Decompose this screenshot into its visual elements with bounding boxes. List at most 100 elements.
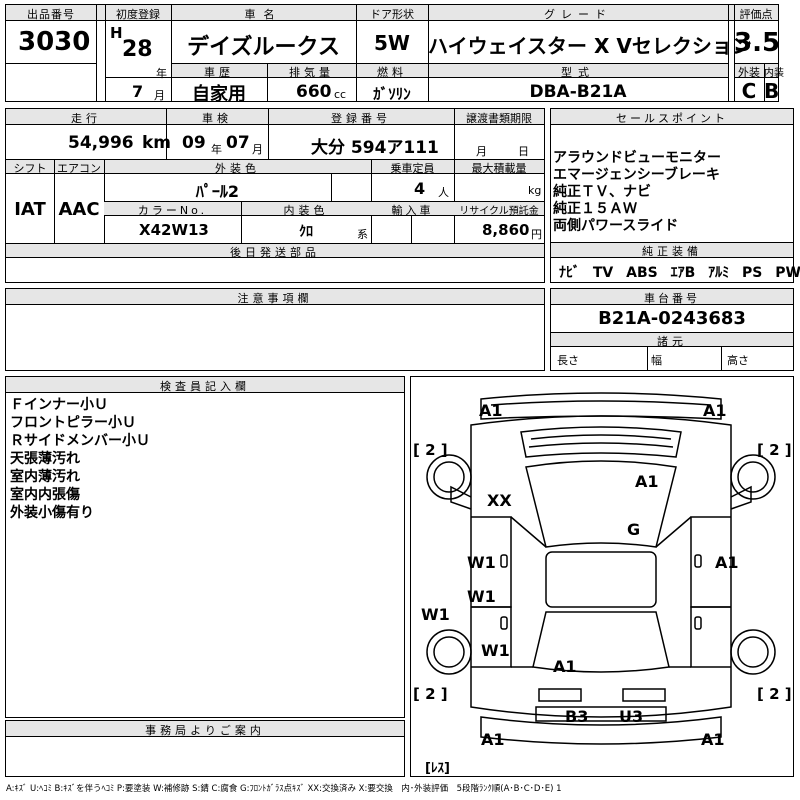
capacity-unit: 人	[438, 186, 449, 199]
grade-header: グレード	[544, 8, 612, 21]
equipment-ps: PS	[742, 265, 763, 281]
interior-color-header: 内装色	[283, 204, 329, 217]
label-a1-rear-right: A1	[701, 730, 725, 749]
spec-length-label: 長さ	[557, 354, 579, 367]
label-b3: B3	[565, 707, 589, 726]
equipment-airbag: ｴｱB	[670, 265, 696, 281]
inspector-line-7: 外装小傷有り	[10, 505, 94, 521]
inspection-month: 07	[226, 133, 250, 153]
equipment-tv: TV	[592, 265, 614, 281]
fuel: ｶﾞｿﾘﾝ	[373, 85, 411, 103]
notes-panel: 注意事項欄	[5, 288, 545, 371]
label-w1-left-3: W1	[421, 605, 450, 624]
label-tire-rear-right: [ 2 ]	[757, 685, 792, 703]
sales-points-panel: セールスポイント アラウンドビューモニター エマージェンシーブレーキ 純正ＴＶ、…	[550, 108, 800, 283]
first-reg-year: 28	[122, 37, 153, 62]
equipment-pw: PW	[775, 265, 800, 281]
mileage-unit: km	[142, 133, 172, 153]
notes-header: 注意事項欄	[237, 292, 313, 305]
color-number: X42W13	[139, 221, 209, 239]
inspection-header: 車検	[202, 112, 232, 125]
label-a1-roof: A1	[635, 472, 659, 491]
grade: ハイウェイスター X Vセレクション	[428, 34, 752, 58]
inspector-panel: 検査員記入欄 Ｆインナー小Ｕ フロントピラー小Ｕ Ｒサイドメンバー小Ｕ 天張薄汚…	[5, 376, 405, 718]
spec-width-label: 幅	[651, 354, 662, 367]
inspection-year-unit: 年	[211, 143, 222, 156]
interior-score: B	[764, 79, 780, 103]
label-g-windshield: G	[627, 520, 641, 539]
recycle-header: リサイクル預託金	[459, 206, 539, 217]
inspector-line-3: Ｒサイドメンバー小Ｕ	[10, 433, 150, 449]
history-header: 車歴	[204, 66, 234, 79]
office-notice-panel: 事務局よりご案内	[5, 720, 405, 777]
displacement-unit: cc	[334, 88, 347, 101]
first-registration-header: 初度登録	[116, 8, 160, 21]
equipment-nav: ﾅﾋﾞ	[559, 265, 580, 281]
max-load-unit: kg	[528, 184, 542, 197]
legend-footnote: A:ｷｽﾞ U:ﾍｺﾐ B:ｷｽﾞを伴うﾍｺﾐ P:要塗装 W:補修跡 S:錆 …	[6, 784, 562, 794]
aircon: AAC	[58, 199, 100, 220]
label-xx: XX	[487, 491, 512, 510]
score: 3.5	[734, 28, 781, 58]
label-a1-right-door: A1	[715, 553, 739, 572]
spec-height-label: 高さ	[727, 354, 749, 367]
door-type: 5W	[374, 31, 410, 55]
exterior-color: ﾊﾟｰﾙ2	[195, 182, 240, 201]
max-load-header: 最大積載量	[471, 162, 527, 175]
lot-number: 3030	[18, 27, 91, 57]
label-tire-front-right: [ 2 ]	[757, 441, 792, 459]
capacity: 4	[414, 179, 426, 198]
plate-number: 大分 594ア111	[311, 138, 439, 158]
first-reg-month: 7	[132, 82, 144, 101]
label-tire-front-left: [ 2 ]	[413, 441, 448, 459]
mileage-header: 走行	[71, 112, 101, 125]
interior-color: ｸﾛ	[299, 224, 313, 240]
sales-point-2: エマージェンシーブレーキ	[553, 167, 720, 183]
inspector-header: 検査員記入欄	[160, 380, 250, 393]
chassis-header: 車台番号	[644, 292, 700, 305]
history: 自家用	[192, 84, 246, 105]
transfer-day-unit: 日	[518, 145, 529, 158]
label-a1-front-right: A1	[703, 401, 727, 420]
sales-point-5: 両側パワースライド	[553, 218, 679, 234]
specs-header: 諸元	[657, 335, 687, 348]
later-parts-header: 後日発送部品	[230, 246, 320, 259]
inspection-month-unit: 月	[252, 143, 263, 156]
shift: IAT	[14, 199, 46, 220]
lot-number-header: 出品番号	[27, 8, 75, 21]
label-w1-left-2: W1	[467, 587, 496, 606]
inspector-line-4: 天張薄汚れ	[10, 451, 80, 467]
damage-diagram: A1 A1 [ 2 ] [ 2 ] XX A1 G W1 W1 W1 W1 A1…	[410, 376, 794, 777]
sales-point-1: アラウンドビューモニター	[553, 150, 721, 166]
displacement-header: 排気量	[289, 66, 334, 79]
transfer-deadline-header: 譲渡書類期限	[466, 112, 532, 125]
chassis-panel: 車台番号 B21A-0243683 諸元 長さ 幅 高さ	[550, 288, 794, 371]
first-reg-month-unit: 月	[154, 89, 165, 102]
inspector-line-2: フロントピラー小Ｕ	[10, 415, 136, 431]
car-body-diagram	[426, 392, 776, 745]
sales-points-header: セールスポイント	[616, 112, 728, 125]
displacement: 660	[296, 82, 332, 102]
registration-table: 走行 車検 登録番号 譲渡書類期限 54,996 km 09 年 07 月 大分…	[5, 108, 545, 283]
import-header: 輸入車	[391, 204, 434, 217]
label-w1-left-1: W1	[467, 553, 496, 572]
equipment-header: 純正装備	[642, 245, 702, 258]
recycle-fee: 8,860	[482, 221, 530, 239]
vehicle-header-table: 出品番号 初度登録 車名 ドア形状 グレード 評価点 3030 H 28 年 7…	[5, 4, 784, 105]
label-a1-rear-left: A1	[481, 730, 505, 749]
score-header: 評価点	[739, 8, 773, 21]
plate-header: 登録番号	[331, 112, 391, 125]
capacity-header: 乗車定員	[390, 162, 435, 175]
sales-point-4: 純正１５ＡＷ	[553, 201, 637, 217]
interior-header: 内装	[764, 68, 784, 79]
label-spare-tire: [ﾚｽ]	[425, 761, 450, 776]
car-name: デイズルークス	[187, 35, 340, 60]
car-name-header: 車名	[244, 8, 283, 21]
inspector-line-6: 室内内張傷	[10, 487, 80, 503]
equipment-list: ﾅﾋﾞ TV ABS ｴｱB ｱﾙﾐ PS PW	[559, 262, 800, 282]
color-number-header: カラーNo.	[137, 204, 208, 217]
door-type-header: ドア形状	[370, 8, 414, 21]
sales-point-3: 純正ＴＶ、ナビ	[553, 184, 651, 200]
label-tire-rear-left: [ 2 ]	[413, 685, 448, 703]
chassis-number: B21A-0243683	[598, 308, 746, 329]
